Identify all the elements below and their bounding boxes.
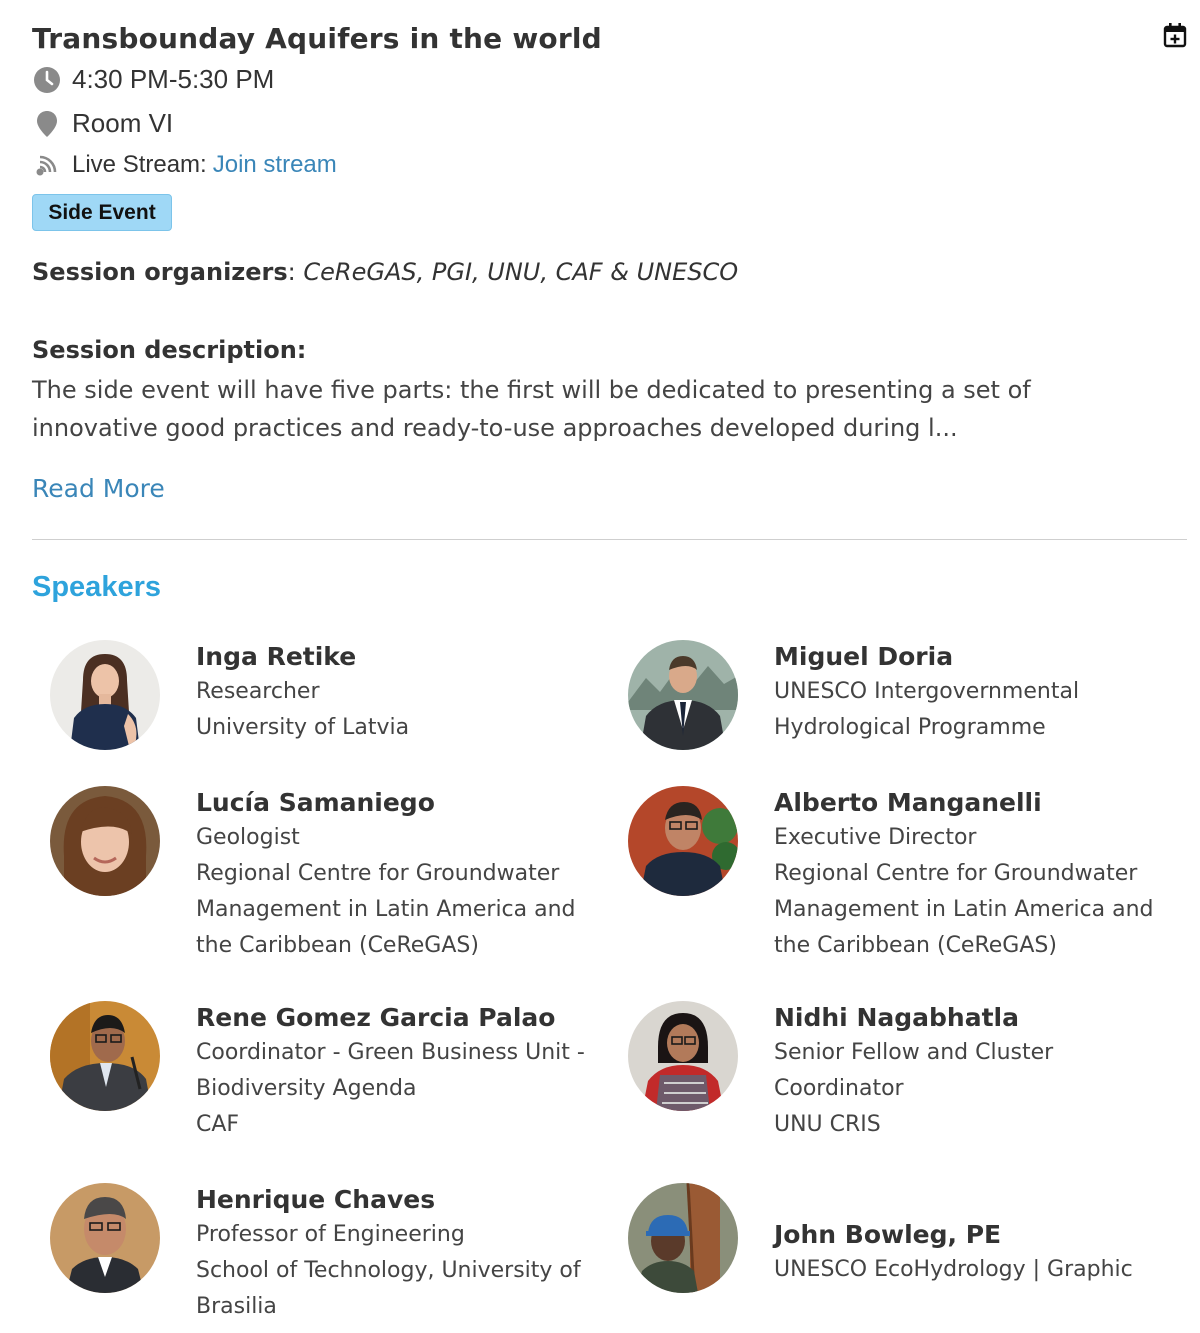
speaker-detail: Coordinator	[774, 1076, 904, 1101]
speaker-detail: Executive Director	[774, 825, 977, 850]
speaker-detail: Management in Latin America and	[774, 897, 1154, 922]
speaker-avatar	[628, 1183, 738, 1293]
speaker-avatar	[628, 1001, 738, 1111]
event-title: Transbounday Aquifers in the world	[32, 22, 602, 55]
speaker-detail: University of Latvia	[196, 715, 410, 740]
speaker-card[interactable]: Henrique Chaves Professor of Engineering…	[50, 1183, 581, 1325]
speaker-avatar	[50, 1001, 160, 1111]
event-room-text: Room VI	[72, 108, 174, 138]
speaker-detail: UNESCO EcoHydrology | Graphic	[774, 1257, 1133, 1282]
speaker-card[interactable]: Miguel Doria UNESCO Intergovernmental Hy…	[628, 640, 1079, 750]
speaker-detail: Coordinator - Green Business Unit -	[196, 1040, 585, 1065]
speaker-detail: CAF	[196, 1112, 240, 1137]
speaker-name: Alberto Manganelli	[774, 788, 1042, 817]
speaker-detail: School of Technology, University of	[196, 1258, 581, 1283]
speaker-detail: Brasilia	[196, 1294, 277, 1319]
speaker-detail: Regional Centre for Groundwater	[196, 861, 560, 886]
speaker-detail: Hydrological Programme	[774, 715, 1046, 740]
speaker-card[interactable]: Lucía Samaniego Geologist Regional Centr…	[50, 786, 576, 964]
speaker-detail: Management in Latin America and	[196, 897, 576, 922]
speaker-detail: UNU CRIS	[774, 1112, 881, 1137]
event-time-text: 4:30 PM-5:30 PM	[72, 64, 275, 94]
event-live-stream: Live Stream: Join stream	[32, 150, 337, 180]
speaker-name: Lucía Samaniego	[196, 788, 435, 817]
speaker-name: Rene Gomez Garcia Palao	[196, 1003, 556, 1032]
speaker-detail: the Caribbean (CeReGAS)	[774, 933, 1057, 958]
live-stream-label: Live Stream:	[72, 151, 207, 178]
speaker-name: John Bowleg, PE	[774, 1220, 1002, 1249]
speaker-card[interactable]: Rene Gomez Garcia Palao Coordinator - Gr…	[50, 1001, 585, 1143]
speaker-detail: Regional Centre for Groundwater	[774, 861, 1138, 886]
organizers-value: CeReGAS, PGI, UNU, CAF & UNESCO	[303, 258, 739, 286]
speaker-name: Nidhi Nagabhatla	[774, 1003, 1019, 1032]
calendar-add-icon[interactable]	[1162, 22, 1188, 48]
speaker-detail: Professor of Engineering	[196, 1222, 465, 1247]
speaker-avatar	[50, 1183, 160, 1293]
speaker-name: Henrique Chaves	[196, 1185, 436, 1214]
speaker-detail: the Caribbean (CeReGAS)	[196, 933, 479, 958]
read-more-link[interactable]: Read More	[32, 474, 165, 503]
join-stream-link[interactable]: Join stream	[213, 151, 337, 179]
session-organizers: Session organizers: CeReGAS, PGI, UNU, C…	[32, 258, 738, 286]
speaker-name: Miguel Doria	[774, 642, 954, 671]
speaker-avatar	[628, 786, 738, 896]
speaker-avatar	[50, 640, 160, 750]
description-text: The side event will have five parts: the…	[32, 376, 1031, 442]
event-time: 4:30 PM-5:30 PM	[32, 64, 274, 95]
description-label: Session description:	[32, 336, 307, 364]
speaker-detail: Senior Fellow and Cluster	[774, 1040, 1054, 1065]
side-event-badge: Side Event	[32, 194, 172, 231]
speaker-detail: Geologist	[196, 825, 300, 850]
speakers-heading: Speakers	[32, 571, 161, 603]
speaker-card[interactable]: Nidhi Nagabhatla Senior Fellow and Clust…	[628, 1001, 1053, 1143]
location-pin-icon	[32, 109, 62, 139]
organizers-label: Session organizers	[32, 258, 288, 286]
divider	[32, 539, 1187, 540]
speaker-card[interactable]: Inga Retike Researcher University of Lat…	[50, 640, 409, 750]
event-room: Room VI	[32, 108, 173, 139]
live-stream-icon	[32, 150, 62, 180]
speaker-detail: Biodiversity Agenda	[196, 1076, 417, 1101]
speaker-detail: Researcher	[196, 679, 320, 704]
speaker-detail: UNESCO Intergovernmental	[774, 679, 1080, 704]
clock-icon	[32, 65, 62, 95]
speaker-name: Inga Retike	[196, 642, 357, 671]
speaker-card[interactable]: Alberto Manganelli Executive Director Re…	[628, 786, 1154, 964]
speaker-avatar	[628, 640, 738, 750]
speaker-avatar	[50, 786, 160, 896]
speaker-card[interactable]: John Bowleg, PE UNESCO EcoHydrology | Gr…	[628, 1183, 1133, 1293]
organizers-separator: :	[287, 258, 296, 286]
